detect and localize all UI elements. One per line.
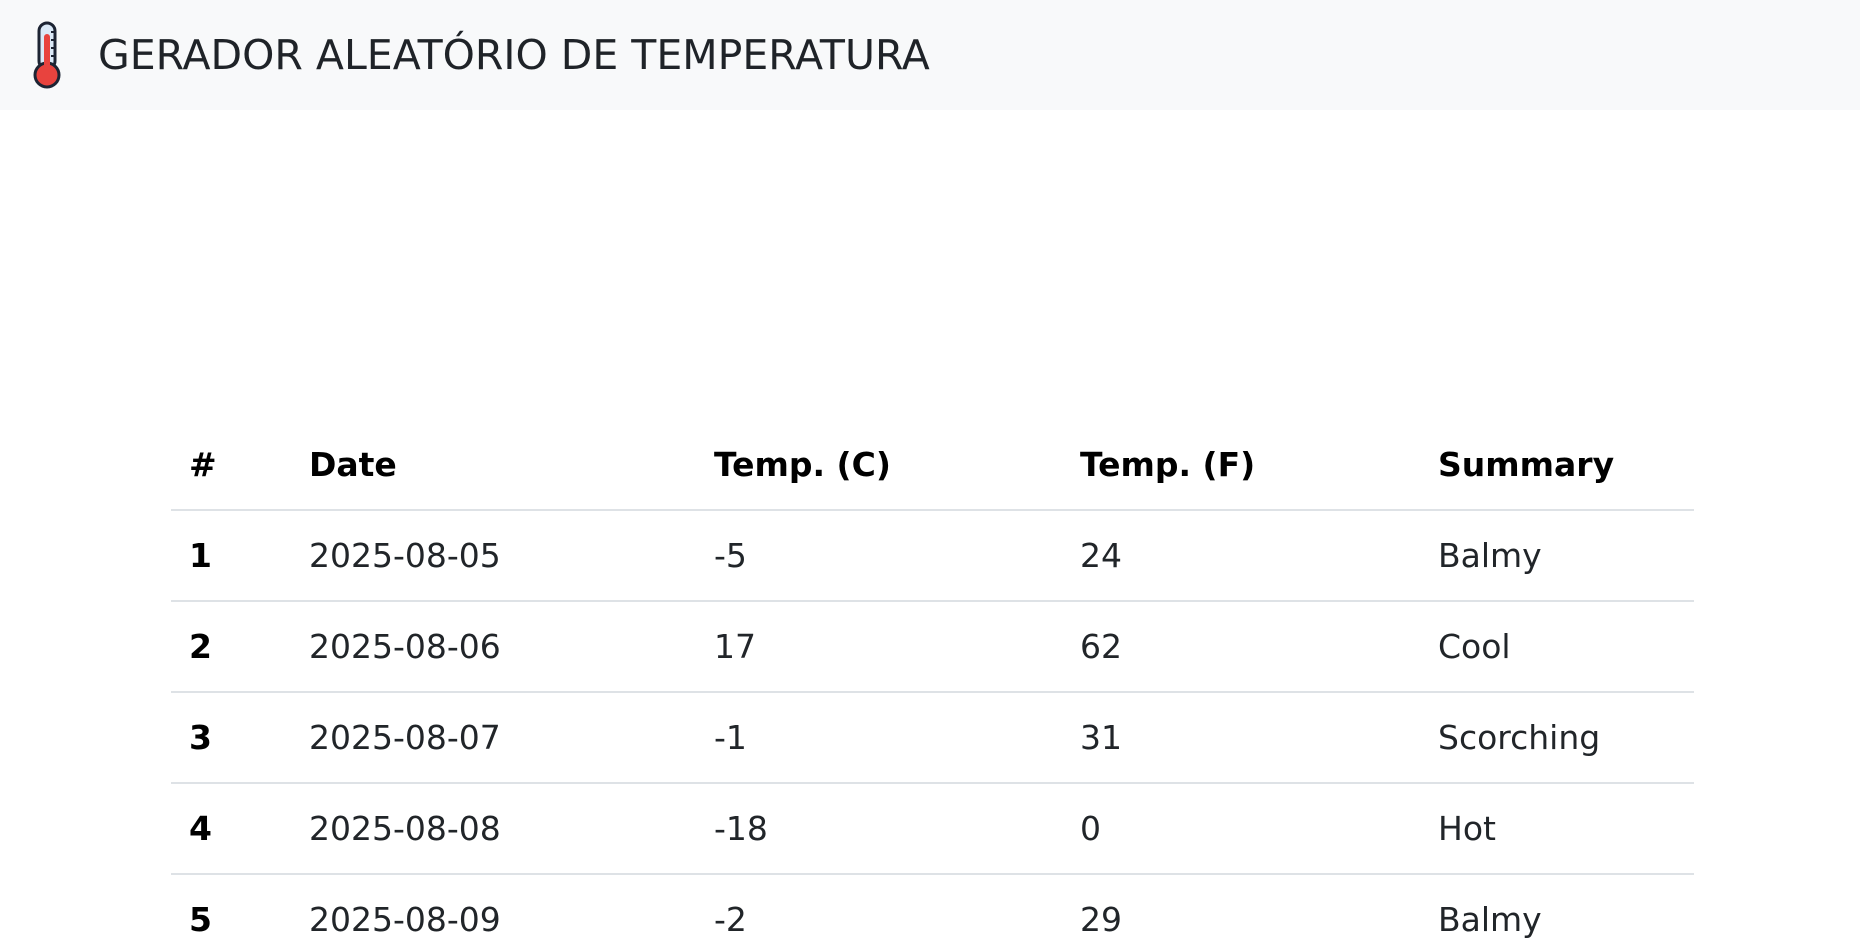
row-temp-f: 31 <box>1062 692 1420 784</box>
table-header-row: # Date Temp. (C) Temp. (F) Summary <box>171 420 1694 511</box>
row-number: 4 <box>171 783 291 875</box>
table-row: 1 2025-08-05 -5 24 Balmy <box>171 510 1694 602</box>
row-summary: Balmy <box>1420 874 1694 950</box>
row-number: 1 <box>171 510 291 602</box>
forecast-table: # Date Temp. (C) Temp. (F) Summary 1 202… <box>171 420 1694 950</box>
table-row: 2 2025-08-06 17 62 Cool <box>171 601 1694 693</box>
row-number: 2 <box>171 601 291 693</box>
row-summary: Hot <box>1420 783 1694 875</box>
row-number: 3 <box>171 692 291 784</box>
column-header-temp-f: Temp. (F) <box>1062 420 1420 511</box>
row-summary: Cool <box>1420 601 1694 693</box>
row-temp-c: -2 <box>696 874 1062 950</box>
row-number: 5 <box>171 874 291 950</box>
column-header-summary: Summary <box>1420 420 1694 511</box>
row-temp-c: -5 <box>696 510 1062 602</box>
row-date: 2025-08-05 <box>291 510 696 602</box>
thermometer-icon[interactable] <box>28 20 66 90</box>
row-summary: Balmy <box>1420 510 1694 602</box>
column-header-temp-c: Temp. (C) <box>696 420 1062 511</box>
table-row: 4 2025-08-08 -18 0 Hot <box>171 783 1694 875</box>
row-temp-f: 29 <box>1062 874 1420 950</box>
row-summary: Scorching <box>1420 692 1694 784</box>
row-date: 2025-08-08 <box>291 783 696 875</box>
main-content: # Date Temp. (C) Temp. (F) Summary 1 202… <box>0 110 1860 950</box>
row-temp-f: 62 <box>1062 601 1420 693</box>
table-row: 3 2025-08-07 -1 31 Scorching <box>171 692 1694 784</box>
table-row: 5 2025-08-09 -2 29 Balmy <box>171 874 1694 950</box>
column-header-number: # <box>171 420 291 511</box>
row-date: 2025-08-09 <box>291 874 696 950</box>
navbar: GERADOR ALEATÓRIO DE TEMPERATURA <box>0 0 1860 110</box>
app-title[interactable]: GERADOR ALEATÓRIO DE TEMPERATURA <box>98 31 930 79</box>
row-date: 2025-08-06 <box>291 601 696 693</box>
row-temp-f: 0 <box>1062 783 1420 875</box>
row-temp-c: -18 <box>696 783 1062 875</box>
column-header-date: Date <box>291 420 696 511</box>
row-temp-c: -1 <box>696 692 1062 784</box>
row-temp-f: 24 <box>1062 510 1420 602</box>
row-temp-c: 17 <box>696 601 1062 693</box>
row-date: 2025-08-07 <box>291 692 696 784</box>
